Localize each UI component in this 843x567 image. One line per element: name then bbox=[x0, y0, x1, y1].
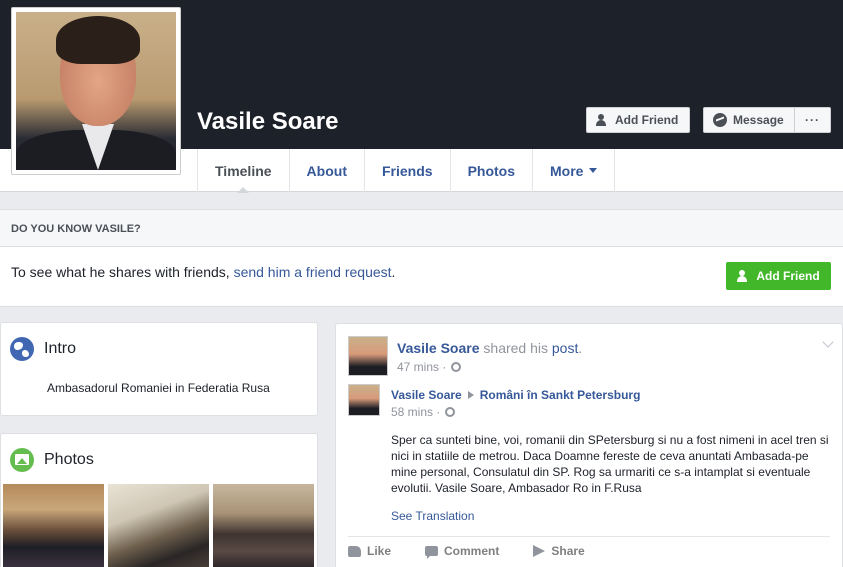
post-timestamp[interactable]: 47 mins · bbox=[397, 360, 462, 374]
shared-post-header: Vasile Soare Români în Sankt Petersburg bbox=[391, 388, 640, 402]
photos-title[interactable]: Photos bbox=[10, 448, 94, 472]
shared-post-link[interactable]: post bbox=[552, 340, 578, 356]
intro-card: Intro Ambasadorul Romaniei in Federatia … bbox=[0, 322, 318, 416]
photo-thumbnail[interactable] bbox=[108, 484, 209, 567]
tab-more[interactable]: More bbox=[532, 149, 616, 192]
author-avatar[interactable] bbox=[348, 336, 388, 376]
add-friend-label: Add Friend bbox=[615, 113, 679, 127]
do-you-know-heading: DO YOU KNOW VASILE? bbox=[0, 210, 843, 247]
send-friend-request-link[interactable]: send him a friend request bbox=[234, 264, 392, 280]
intro-bio: Ambasadorul Romaniei in Federatia Rusa bbox=[47, 381, 270, 395]
post-author-link[interactable]: Vasile Soare bbox=[397, 340, 480, 356]
photo-icon bbox=[10, 448, 34, 472]
share-arrow-icon bbox=[533, 545, 546, 557]
photo-thumbnails bbox=[3, 484, 314, 567]
do-you-know-box: DO YOU KNOW VASILE? To see what he share… bbox=[0, 209, 843, 307]
add-friend-green-button[interactable]: Add Friend bbox=[726, 262, 831, 290]
photo-thumbnail[interactable] bbox=[3, 484, 104, 567]
messenger-icon bbox=[713, 113, 727, 127]
group-link[interactable]: Români în Sankt Petersburg bbox=[480, 388, 641, 402]
post-header: Vasile Soare shared his post. bbox=[397, 340, 583, 356]
public-globe-icon bbox=[451, 362, 462, 372]
comment-icon bbox=[425, 546, 439, 559]
profile-photo-image bbox=[16, 12, 176, 170]
more-dots-icon: ··· bbox=[805, 113, 820, 127]
add-person-icon bbox=[596, 114, 609, 126]
shared-author-link[interactable]: Vasile Soare bbox=[391, 388, 462, 402]
share-button[interactable]: Share bbox=[533, 544, 585, 558]
tab-timeline[interactable]: Timeline bbox=[197, 149, 289, 193]
thumbs-up-icon bbox=[348, 545, 361, 557]
more-options-button[interactable]: ··· bbox=[795, 107, 831, 133]
photo-thumbnail[interactable] bbox=[213, 484, 314, 567]
public-globe-icon bbox=[445, 407, 456, 417]
see-translation-link[interactable]: See Translation bbox=[391, 509, 474, 523]
intro-title: Intro bbox=[10, 337, 76, 361]
profile-picture[interactable] bbox=[11, 7, 181, 175]
message-label: Message bbox=[733, 113, 784, 127]
post-options-chevron-icon[interactable] bbox=[822, 336, 834, 348]
arrow-right-icon bbox=[467, 391, 474, 399]
shared-post-timestamp[interactable]: 58 mins · bbox=[391, 405, 456, 419]
profile-tabs: Timeline About Friends Photos More bbox=[197, 149, 616, 193]
tab-friends[interactable]: Friends bbox=[363, 149, 450, 192]
post-actions: Like Comment Share bbox=[348, 544, 585, 559]
add-friend-button[interactable]: Add Friend bbox=[586, 107, 690, 133]
caret-down-icon bbox=[589, 168, 598, 173]
post-body-text: Sper ca sunteti bine, voi, romanii din S… bbox=[391, 433, 829, 495]
tab-photos[interactable]: Photos bbox=[449, 149, 532, 192]
post-actions-divider bbox=[348, 536, 830, 537]
shared-author-avatar[interactable] bbox=[348, 384, 380, 416]
tab-about[interactable]: About bbox=[288, 149, 364, 192]
profile-name[interactable]: Vasile Soare bbox=[197, 108, 338, 136]
comment-button[interactable]: Comment bbox=[425, 544, 499, 559]
friend-request-prompt: To see what he shares with friends, send… bbox=[11, 264, 396, 280]
photos-card: Photos bbox=[0, 433, 318, 567]
add-person-icon bbox=[737, 270, 750, 282]
message-button[interactable]: Message bbox=[703, 107, 795, 133]
like-button[interactable]: Like bbox=[348, 544, 391, 558]
globe-icon bbox=[10, 337, 34, 361]
timeline-post: Vasile Soare shared his post. 47 mins · … bbox=[335, 323, 843, 567]
